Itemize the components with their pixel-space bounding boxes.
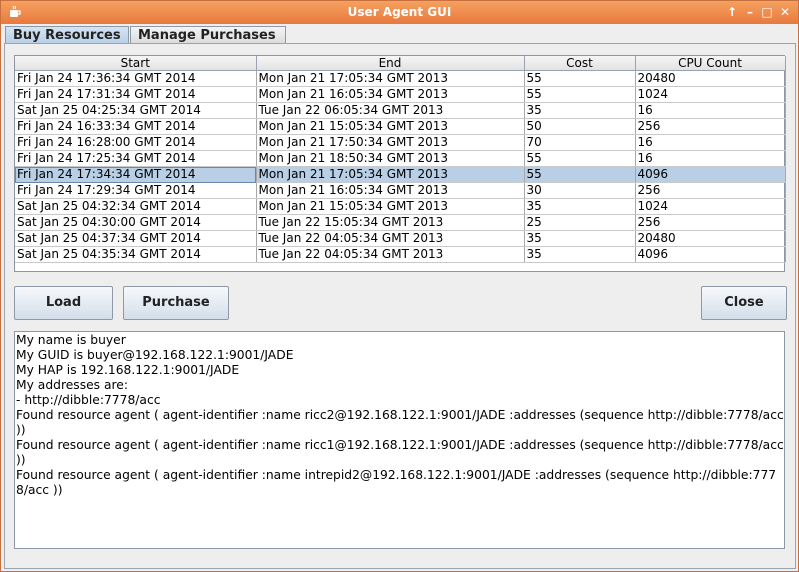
title-bar[interactable]: User Agent GUI ↑ – □ ✕ xyxy=(1,1,798,24)
cell-start[interactable]: Fri Jan 24 16:33:34 GMT 2014 xyxy=(15,118,257,135)
log-line: My HAP is 192.168.122.1:9001/JADE xyxy=(16,363,240,377)
table-row[interactable]: Sat Jan 25 04:35:34 GMT 2014 Tue Jan 22 0… xyxy=(15,246,786,263)
log-line: My name is buyer xyxy=(16,333,126,347)
cell-start[interactable]: Fri Jan 24 17:36:34 GMT 2014 xyxy=(15,70,257,87)
cell-cpu-count[interactable]: 256 xyxy=(635,118,786,135)
load-button[interactable]: Load xyxy=(14,286,113,320)
minimize-icon[interactable]: – xyxy=(742,4,758,20)
column-header-start[interactable]: Start xyxy=(15,56,257,71)
table-row[interactable]: Sat Jan 25 04:32:34 GMT 2014 Mon Jan 21 1… xyxy=(15,198,786,215)
cell-start[interactable]: Sat Jan 25 04:35:34 GMT 2014 xyxy=(15,246,257,263)
cell-end[interactable]: Mon Jan 21 15:05:34 GMT 2013 xyxy=(256,198,525,215)
cell-cpu-count[interactable]: 256 xyxy=(635,182,786,199)
column-header-cost[interactable]: Cost xyxy=(524,56,636,71)
cell-end[interactable]: Tue Jan 22 04:05:34 GMT 2013 xyxy=(256,246,525,263)
table-row[interactable]: Fri Jan 24 17:36:34 GMT 2014 Mon Jan 21 1… xyxy=(15,70,786,87)
cell-end[interactable]: Tue Jan 22 04:05:34 GMT 2013 xyxy=(256,230,525,247)
cell-start[interactable]: Sat Jan 25 04:32:34 GMT 2014 xyxy=(15,198,257,215)
cell-end[interactable]: Tue Jan 22 06:05:34 GMT 2013 xyxy=(256,102,525,119)
cell-end[interactable]: Mon Jan 21 18:50:34 GMT 2013 xyxy=(256,150,525,167)
cell-end[interactable]: Mon Jan 21 15:05:34 GMT 2013 xyxy=(256,118,525,135)
cell-end[interactable]: Mon Jan 21 16:05:34 GMT 2013 xyxy=(256,86,525,103)
cell-start[interactable]: Fri Jan 24 17:25:34 GMT 2014 xyxy=(15,150,257,167)
table-row[interactable]: Fri Jan 24 16:28:00 GMT 2014 Mon Jan 21 1… xyxy=(15,134,786,151)
tab-manage-purchases[interactable]: Manage Purchases xyxy=(130,26,286,43)
close-button[interactable]: Close xyxy=(701,286,787,320)
cell-cpu-count[interactable]: 20480 xyxy=(635,230,786,247)
cell-cost[interactable]: 70 xyxy=(524,134,636,151)
table-row[interactable]: Fri Jan 24 17:25:34 GMT 2014 Mon Jan 21 1… xyxy=(15,150,786,167)
table-header: Start End Cost CPU Count xyxy=(15,56,786,71)
cell-end[interactable]: Mon Jan 21 17:05:34 GMT 2013 xyxy=(256,70,525,87)
cell-start[interactable]: Fri Jan 24 17:29:34 GMT 2014 xyxy=(15,182,257,199)
app-window: User Agent GUI ↑ – □ ✕ Buy Resources Man… xyxy=(0,0,799,572)
arrow-up-icon[interactable]: ↑ xyxy=(724,4,740,20)
table-row[interactable]: Fri Jan 24 17:34:34 GMT 2014 Mon Jan 21 1… xyxy=(15,166,786,183)
purchase-button[interactable]: Purchase xyxy=(123,286,229,320)
cell-cost[interactable]: 55 xyxy=(524,70,636,87)
cell-cpu-count[interactable]: 256 xyxy=(635,214,786,231)
cell-cpu-count[interactable]: 20480 xyxy=(635,70,786,87)
cell-cpu-count[interactable]: 16 xyxy=(635,134,786,151)
cell-cost[interactable]: 35 xyxy=(524,102,636,119)
column-header-end[interactable]: End xyxy=(256,56,525,71)
cell-cpu-count[interactable]: 4096 xyxy=(635,246,786,263)
cell-start[interactable]: Sat Jan 25 04:30:00 GMT 2014 xyxy=(15,214,257,231)
cell-cost[interactable]: 30 xyxy=(524,182,636,199)
cell-cost[interactable]: 25 xyxy=(524,214,636,231)
cell-end[interactable]: Mon Jan 21 16:05:34 GMT 2013 xyxy=(256,182,525,199)
cell-start[interactable]: Fri Jan 24 16:28:00 GMT 2014 xyxy=(15,134,257,151)
cell-cpu-count[interactable]: 4096 xyxy=(635,166,786,183)
log-line: My addresses are: xyxy=(16,378,129,392)
cell-end[interactable]: Tue Jan 22 15:05:34 GMT 2013 xyxy=(256,214,525,231)
cell-cpu-count[interactable]: 16 xyxy=(635,102,786,119)
cell-cost[interactable]: 35 xyxy=(524,198,636,215)
resources-table[interactable]: Start End Cost CPU Count Fri Jan 24 17:3… xyxy=(14,55,786,272)
log-line: My GUID is buyer@192.168.122.1:9001/JADE xyxy=(16,348,294,362)
cell-cpu-count[interactable]: 1024 xyxy=(635,86,786,103)
cell-cpu-count[interactable]: 16 xyxy=(635,150,786,167)
cell-cost[interactable]: 55 xyxy=(524,86,636,103)
cell-start[interactable]: Sat Jan 25 04:25:34 GMT 2014 xyxy=(15,102,257,119)
log-line: Found resource agent ( agent-identifier … xyxy=(16,408,784,437)
close-icon[interactable]: ✕ xyxy=(777,4,793,20)
tab-buy-resources[interactable]: Buy Resources xyxy=(5,26,129,43)
table-row[interactable]: Sat Jan 25 04:30:00 GMT 2014 Tue Jan 22 1… xyxy=(15,214,786,231)
column-header-cpu-count[interactable]: CPU Count xyxy=(635,56,786,71)
log-line: Found resource agent ( agent-identifier … xyxy=(16,438,784,467)
cell-cost[interactable]: 35 xyxy=(524,230,636,247)
cell-cost[interactable]: 55 xyxy=(524,166,636,183)
cell-cost[interactable]: 55 xyxy=(524,150,636,167)
cell-start[interactable]: Sat Jan 25 04:37:34 GMT 2014 xyxy=(15,230,257,247)
cell-end[interactable]: Mon Jan 21 17:05:34 GMT 2013 xyxy=(256,166,525,183)
cell-cost[interactable]: 35 xyxy=(524,246,636,263)
cell-end[interactable]: Mon Jan 21 17:50:34 GMT 2013 xyxy=(256,134,525,151)
log-line: Found resource agent ( agent-identifier … xyxy=(16,468,777,497)
message-log[interactable]: My name is buyer My GUID is buyer@192.168… xyxy=(14,331,785,549)
table-row[interactable]: Fri Jan 24 16:33:34 GMT 2014 Mon Jan 21 1… xyxy=(15,118,786,135)
log-line: - http://dibble:7778/acc xyxy=(16,393,161,407)
maximize-icon[interactable]: □ xyxy=(759,4,775,20)
table-row[interactable]: Sat Jan 25 04:37:34 GMT 2014 Tue Jan 22 0… xyxy=(15,230,786,247)
window-title: User Agent GUI xyxy=(347,5,452,19)
cell-cpu-count[interactable]: 1024 xyxy=(635,198,786,215)
table-row[interactable]: Sat Jan 25 04:25:34 GMT 2014 Tue Jan 22 0… xyxy=(15,102,786,119)
cell-start[interactable]: Fri Jan 24 17:31:34 GMT 2014 xyxy=(15,86,257,103)
table-row[interactable]: Fri Jan 24 17:29:34 GMT 2014 Mon Jan 21 1… xyxy=(15,182,786,199)
cell-start[interactable]: Fri Jan 24 17:34:34 GMT 2014 xyxy=(15,166,257,183)
cell-cost[interactable]: 50 xyxy=(524,118,636,135)
table-row[interactable]: Fri Jan 24 17:31:34 GMT 2014 Mon Jan 21 1… xyxy=(15,86,786,103)
